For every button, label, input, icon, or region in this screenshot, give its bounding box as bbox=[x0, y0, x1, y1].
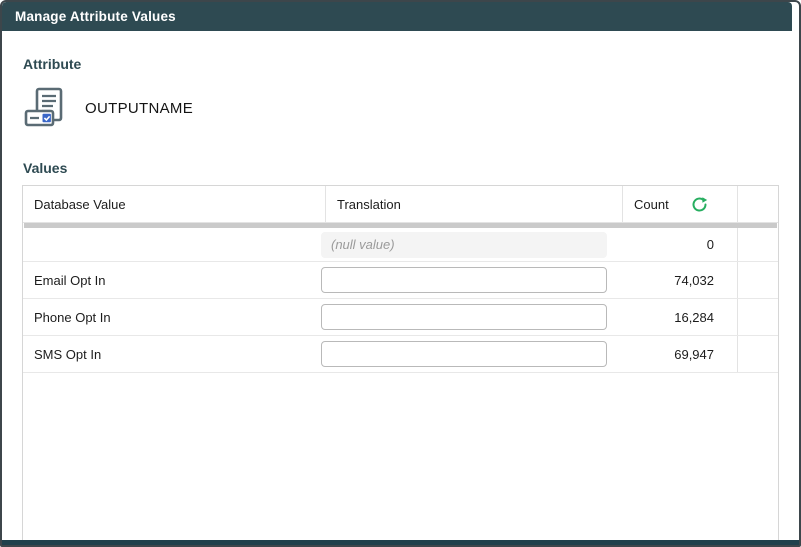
dialog-title: Manage Attribute Values bbox=[15, 9, 176, 24]
table-header-row: Database Value Translation Count bbox=[23, 186, 778, 223]
translation-input[interactable] bbox=[321, 304, 607, 330]
attribute-row: OUTPUTNAME bbox=[22, 85, 779, 131]
database-value-cell: Email Opt In bbox=[34, 272, 106, 288]
values-table: Database Value Translation Count (null v… bbox=[22, 185, 779, 543]
dialog-titlebar: Manage Attribute Values bbox=[2, 2, 792, 31]
table-row: Email Opt In 74,032 bbox=[23, 262, 778, 299]
column-header-count: Count bbox=[622, 186, 737, 222]
column-header-database-value: Database Value bbox=[34, 196, 126, 212]
translation-cell bbox=[321, 262, 622, 298]
attribute-name: OUTPUTNAME bbox=[85, 99, 193, 117]
dialog-content: Attribute OUTPUTNAME Values Database Val… bbox=[2, 56, 799, 543]
attribute-section-label: Attribute bbox=[23, 56, 82, 72]
attribute-document-icon bbox=[22, 86, 72, 130]
translation-cell bbox=[321, 336, 622, 372]
table-row: 0 bbox=[23, 228, 778, 262]
spacer-cell bbox=[737, 228, 778, 261]
database-value-cell: Phone Opt In bbox=[34, 309, 111, 325]
count-cell: 0 bbox=[706, 237, 714, 252]
count-header-label: Count bbox=[634, 196, 669, 212]
table-row: SMS Opt In 69,947 bbox=[23, 336, 778, 373]
translation-input[interactable] bbox=[321, 341, 607, 367]
translation-cell bbox=[321, 299, 622, 335]
count-cell: 69,947 bbox=[674, 346, 714, 362]
spacer-cell bbox=[737, 299, 778, 335]
manage-attribute-values-dialog: Manage Attribute Values Attribute OUTPUT… bbox=[0, 0, 801, 547]
database-value-cell bbox=[23, 228, 325, 261]
translation-input[interactable] bbox=[321, 267, 607, 293]
values-section-label: Values bbox=[23, 160, 68, 176]
spacer-cell bbox=[737, 336, 778, 372]
translation-cell bbox=[321, 228, 622, 261]
table-row: Phone Opt In 16,284 bbox=[23, 299, 778, 336]
count-cell: 16,284 bbox=[674, 309, 714, 325]
spacer-column-header bbox=[737, 186, 778, 222]
refresh-counts-icon[interactable] bbox=[691, 196, 708, 213]
database-value-cell: SMS Opt In bbox=[34, 346, 102, 362]
translation-input bbox=[321, 231, 607, 258]
spacer-cell bbox=[737, 262, 778, 298]
count-cell: 74,032 bbox=[674, 272, 714, 288]
bottom-bar bbox=[2, 540, 799, 545]
column-header-translation: Translation bbox=[325, 186, 622, 222]
table-body: 0 Email Opt In 74,032 Phone Opt In 16,28… bbox=[23, 228, 778, 373]
